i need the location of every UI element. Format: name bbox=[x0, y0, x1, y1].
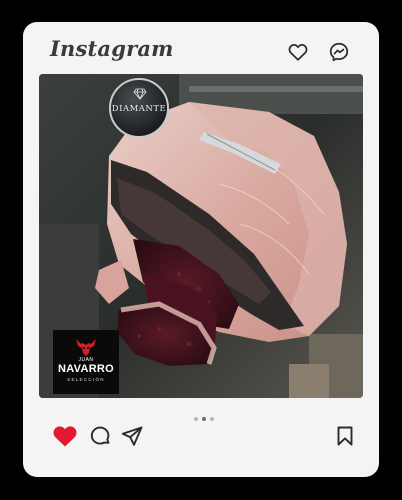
heart-filled-icon[interactable] bbox=[51, 422, 79, 450]
post-header: Instagram bbox=[23, 22, 379, 74]
instagram-post-card: Instagram DIAMANTE JUAN NAVARRO SELECCIÓ… bbox=[23, 22, 379, 477]
bull-icon bbox=[76, 339, 96, 356]
post-image[interactable]: DIAMANTE JUAN NAVARRO SELECCIÓN bbox=[39, 74, 363, 398]
carousel-indicator bbox=[192, 416, 216, 422]
send-icon[interactable] bbox=[120, 424, 144, 448]
carousel-dot bbox=[194, 417, 198, 421]
logo-last-name: NAVARRO bbox=[57, 363, 115, 375]
instagram-logo[interactable]: Instagram bbox=[50, 36, 174, 61]
messenger-icon[interactable] bbox=[328, 41, 350, 63]
carousel-dot bbox=[210, 417, 214, 421]
bookmark-icon[interactable] bbox=[333, 424, 357, 448]
juan-navarro-logo: JUAN NAVARRO SELECCIÓN bbox=[53, 330, 119, 394]
heart-outline-icon[interactable] bbox=[287, 41, 309, 63]
logo-subtitle: SELECCIÓN bbox=[67, 377, 105, 382]
comment-icon[interactable] bbox=[88, 424, 112, 448]
tag-label: DIAMANTE bbox=[111, 104, 167, 114]
carousel-dot-active bbox=[202, 417, 206, 421]
diamante-tag: DIAMANTE bbox=[109, 78, 169, 138]
diamond-icon bbox=[133, 88, 147, 100]
